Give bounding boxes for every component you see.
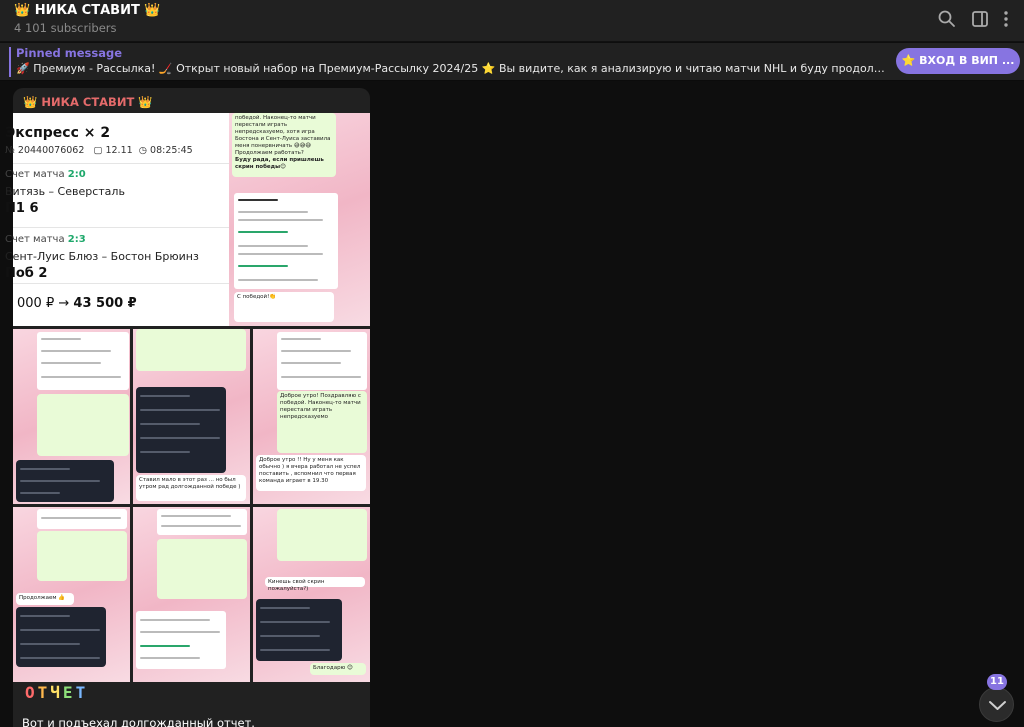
photo-tile-ticket[interactable]: Экспресс × 2 № 20440076062 ▢ 12.11 ◷ 08:… (5, 113, 239, 326)
photo-tile-chat-6[interactable] (133, 507, 250, 682)
dark-screenshot (136, 387, 226, 473)
chat-bubble (136, 329, 246, 371)
ticket-screenshot (277, 332, 367, 390)
dark-screenshot (16, 460, 114, 502)
ticket-screenshot (234, 193, 338, 289)
ticket-screenshot (37, 509, 127, 529)
message-caption: Вот и подъехал долгожданный отчет. (22, 716, 255, 727)
event1-pick: П1 6 (5, 201, 39, 216)
channel-title[interactable]: 👑 НИКА СТАВИТ 👑 (14, 3, 161, 18)
ticket-screenshot (136, 611, 226, 669)
report-heading: ОТЧЕТ (25, 683, 89, 702)
event2-match: Сент-Луис Блюз – Бостон Брюинз (5, 250, 199, 263)
photo-tile-chat-1[interactable]: победой. Наконец-то матчи перестали игра… (229, 113, 370, 326)
chat-bubble: Кинешь свой скрин пожалуйста?) (265, 577, 365, 592)
event2-pick: Поб 2 (5, 266, 48, 281)
ticket-screenshot (157, 509, 247, 535)
calendar-icon: ▢ (93, 145, 103, 156)
chat-bubble (277, 509, 367, 561)
ticket-date: 12.11 (105, 145, 133, 156)
dark-screenshot (256, 599, 342, 661)
vip-entry-button[interactable]: ⭐ ВХОД В ВИП ... (896, 48, 1020, 74)
chat-bubble: победой. Наконец-то матчи перестали игра… (232, 113, 336, 177)
sidebar-toggle-icon[interactable] (970, 9, 990, 29)
chat-bubble: С победой!👏 (234, 292, 334, 322)
ticket-meta: № 20440076062 ▢ 12.11 ◷ 08:25:45 (5, 145, 193, 156)
unread-count-badge: 11 (987, 674, 1007, 690)
divider (13, 163, 239, 164)
search-icon[interactable] (937, 9, 957, 29)
ticket-time: 08:25:45 (150, 145, 193, 156)
ticket-sum: 000 ₽ → 43 500 ₽ (17, 296, 137, 311)
chat-bubble (37, 531, 127, 581)
chat-bubble: Доброе утро! Поздравляю с победой. Након… (277, 391, 367, 453)
pinned-text: 🚀 Премиум - Рассылка! 🏒 Открыт новый наб… (16, 62, 886, 75)
chat-bubble: Ставил мало в этот раз ... но был утром … (136, 475, 246, 501)
divider (13, 227, 239, 228)
event2-score: 2:3 (67, 234, 86, 245)
photo-tile-chat-4[interactable]: Доброе утро! Поздравляю с победой. Након… (253, 329, 370, 504)
event2-label: Счет матча 2:3 (5, 234, 86, 245)
divider (13, 283, 239, 284)
chat-bubble (157, 539, 247, 599)
photo-tile-chat-5[interactable]: Продолжаем 👍 (13, 507, 130, 682)
ticket-title: Экспресс × 2 (5, 125, 111, 141)
photo-tile-chat-2[interactable] (13, 329, 130, 504)
pinned-message[interactable]: Pinned message 🚀 Премиум - Рассылка! 🏒 О… (0, 43, 1024, 81)
ticket-screenshot (37, 332, 129, 390)
chat-header: 👑 НИКА СТАВИТ 👑 4 101 subscribers (0, 0, 1024, 42)
photo-tile-chat-7[interactable]: Кинешь свой скрин пожалуйста?) Благодарю… (253, 507, 370, 682)
pinned-title: Pinned message (16, 46, 123, 60)
chat-bubble: Благодарю 😊 (310, 663, 366, 675)
event1-label: Счет матча 2:0 (5, 169, 86, 180)
chat-bubble: Доброе утро !! Ну у меня как обычно ) я … (256, 455, 366, 491)
photo-tile-chat-3[interactable]: Ставил мало в этот раз ... но был утром … (133, 329, 250, 504)
chat-bubble: Продолжаем 👍 (16, 593, 74, 605)
pinned-indicator (9, 47, 11, 77)
dark-screenshot (16, 607, 106, 667)
subscriber-count: 4 101 subscribers (14, 21, 117, 35)
event1-score: 2:0 (67, 169, 86, 180)
scroll-to-bottom-button[interactable] (979, 687, 1014, 722)
message-author[interactable]: 👑 НИКА СТАВИТ 👑 (23, 95, 153, 109)
event1-match: Витязь – Северсталь (5, 185, 125, 198)
chevron-down-icon (989, 701, 1006, 710)
chat-bubble (37, 394, 129, 456)
ticket-id: № 20440076062 (5, 145, 85, 156)
clock-icon: ◷ (138, 145, 148, 156)
more-options-icon[interactable] (1000, 9, 1012, 29)
